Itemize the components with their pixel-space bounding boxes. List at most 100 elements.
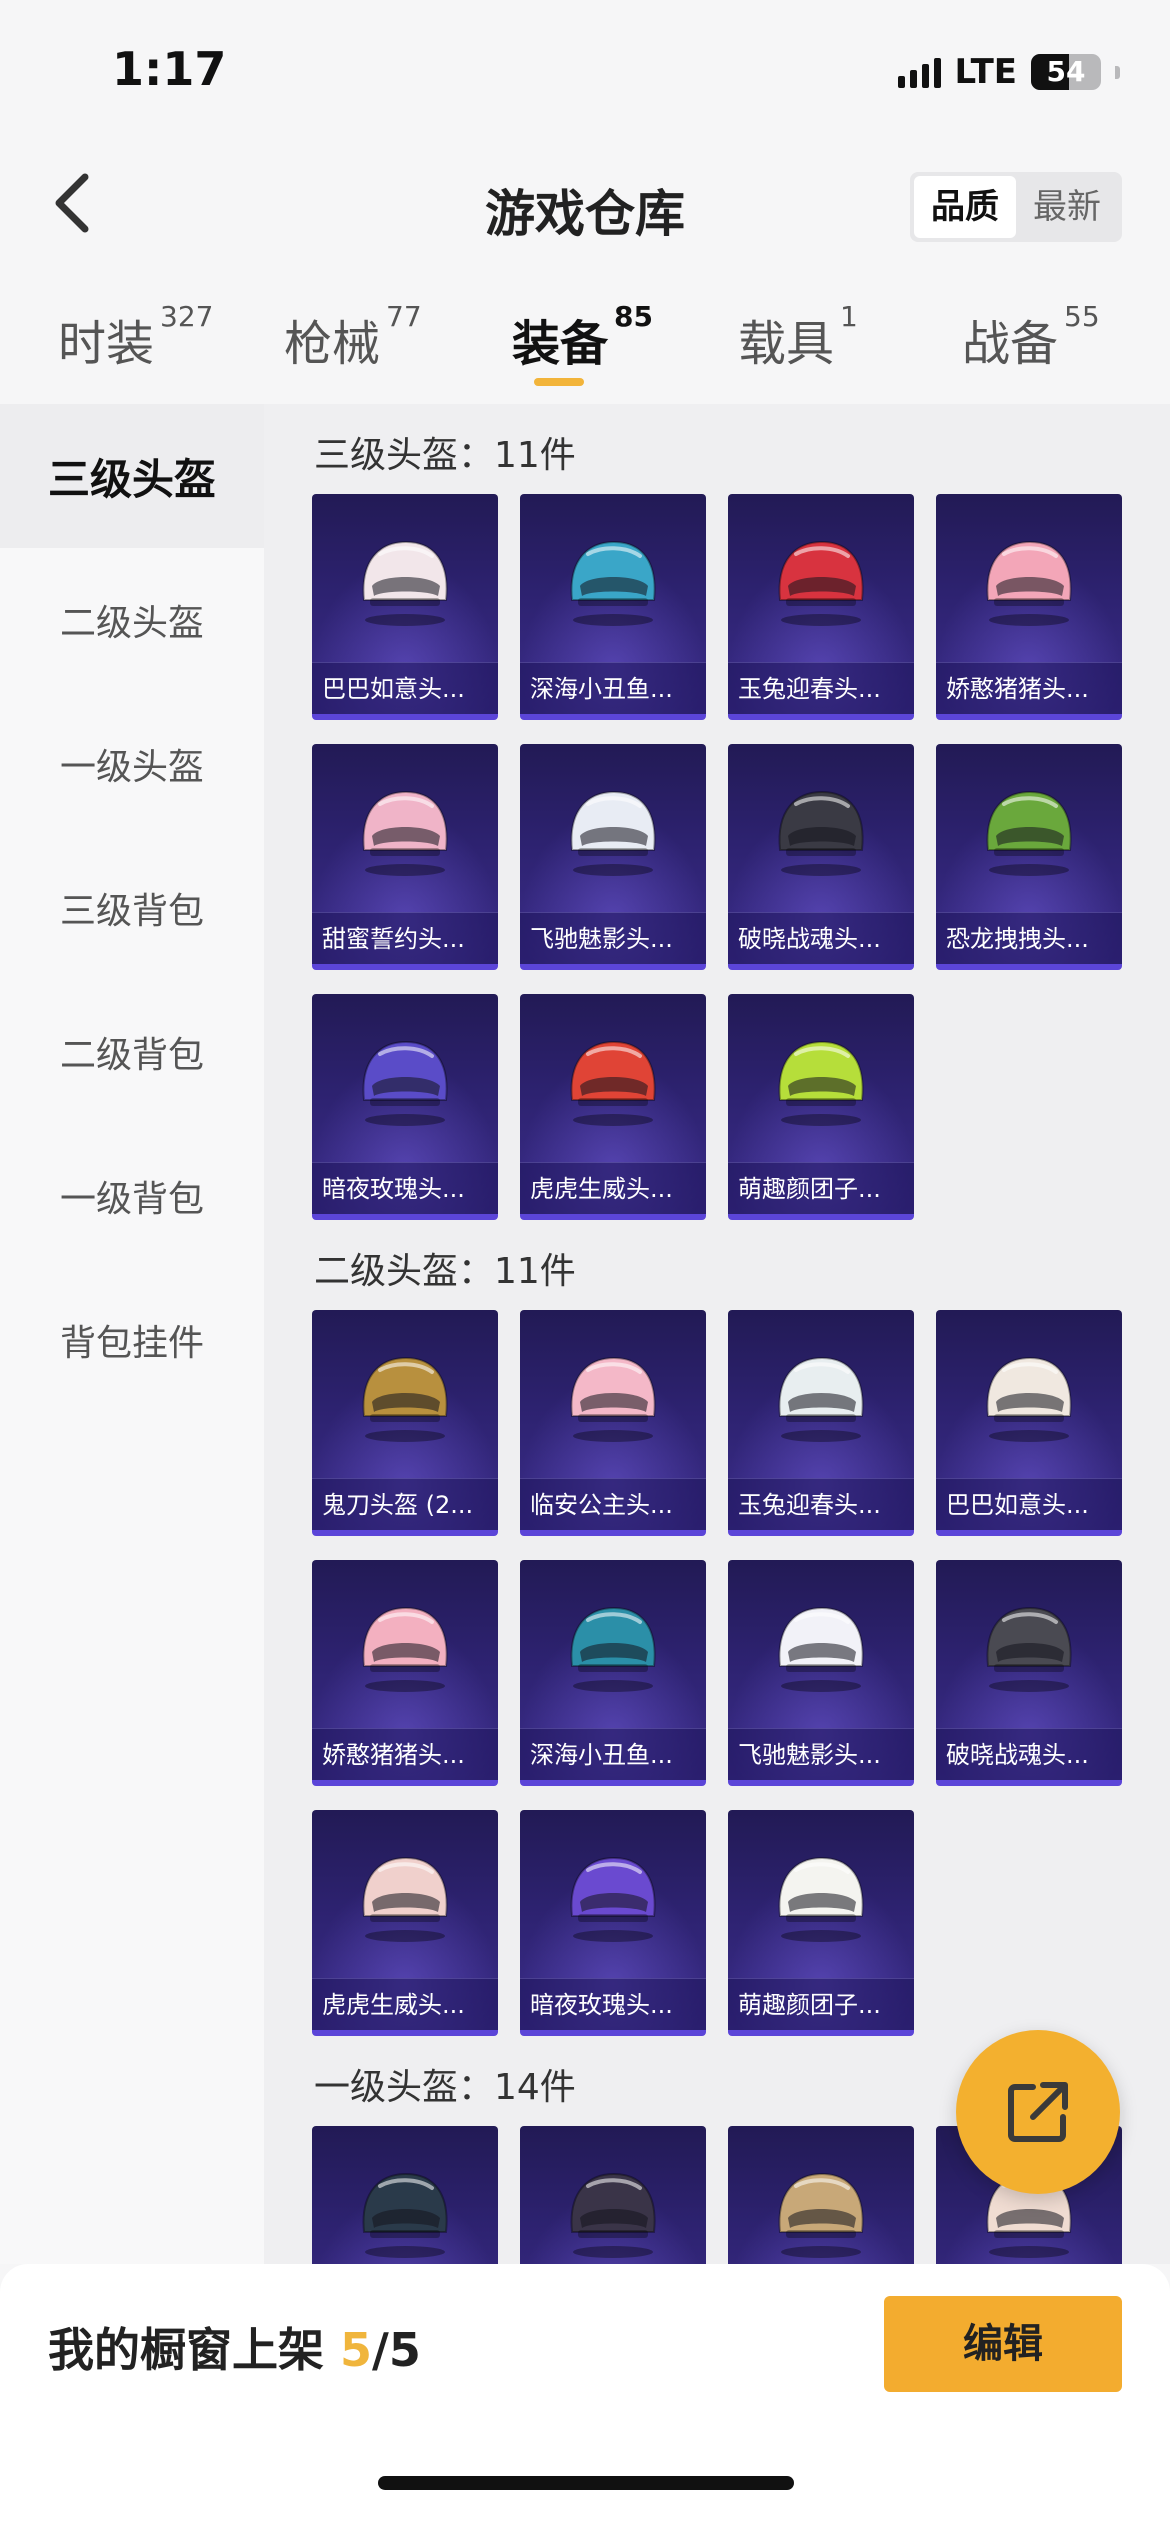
item-card[interactable]: 深海小丑鱼...	[520, 1560, 706, 1786]
network-label: LTE	[954, 52, 1017, 92]
item-card[interactable]	[728, 2126, 914, 2264]
item-card[interactable]: 娇憨猪猪头...	[936, 494, 1122, 720]
sort-newest-button[interactable]: 最新	[1016, 176, 1118, 238]
item-card[interactable]: 破晓战魂头...	[728, 744, 914, 970]
helmet-icon	[570, 1856, 656, 1942]
item-card[interactable]: 萌趣颜团子...	[728, 1810, 914, 2036]
share-icon	[1008, 2082, 1068, 2142]
tab-battle-gear[interactable]: 战备 55	[962, 300, 1100, 374]
helmet-icon	[986, 790, 1072, 876]
share-button[interactable]	[956, 2030, 1120, 2194]
battery-level: 54	[1046, 55, 1086, 88]
section-title: 二级头盔：11件	[314, 1251, 576, 1292]
tab-guns[interactable]: 枪械 77	[284, 300, 422, 374]
helmet-icon	[570, 2172, 656, 2258]
sidebar-item-level1-helmet[interactable]: 一级头盔	[0, 692, 264, 836]
item-card[interactable]: 暗夜玫瑰头...	[520, 1810, 706, 2036]
item-card[interactable]: 巴巴如意头...	[312, 494, 498, 720]
helmet-icon	[362, 1856, 448, 1942]
sidebar-item-backpack-charm[interactable]: 背包挂件	[0, 1268, 264, 1412]
item-card[interactable]: 娇憨猪猪头...	[312, 1560, 498, 1786]
item-card[interactable]: 临安公主头...	[520, 1310, 706, 1536]
helmet-icon	[778, 1040, 864, 1126]
active-tab-indicator	[534, 378, 584, 386]
helmet-icon	[778, 1856, 864, 1942]
item-name: 破晓战魂头...	[936, 1728, 1122, 1780]
item-card[interactable]	[312, 2126, 498, 2264]
sidebar-item-level2-helmet[interactable]: 二级头盔	[0, 548, 264, 692]
item-card[interactable]: 深海小丑鱼...	[520, 494, 706, 720]
sort-quality-button[interactable]: 品质	[914, 176, 1016, 238]
item-card[interactable]	[520, 2126, 706, 2264]
item-card[interactable]: 飞驰魅影头...	[728, 1560, 914, 1786]
header: 游戏仓库 品质 最新	[0, 140, 1170, 270]
item-name: 恐龙拽拽头...	[936, 912, 1122, 964]
sidebar-item-level3-backpack[interactable]: 三级背包	[0, 836, 264, 980]
item-card[interactable]: 恐龙拽拽头...	[936, 744, 1122, 970]
helmet-icon	[778, 1606, 864, 1692]
helmet-icon	[778, 1356, 864, 1442]
helmet-icon	[362, 790, 448, 876]
item-card[interactable]: 玉兔迎春头...	[728, 1310, 914, 1536]
item-name: 深海小丑鱼...	[520, 1728, 706, 1780]
helmet-icon	[570, 1606, 656, 1692]
status-bar: 1:17 LTE 54	[0, 0, 1170, 140]
item-card[interactable]: 虎虎生威头...	[312, 1810, 498, 2036]
helmet-icon	[362, 1040, 448, 1126]
item-name: 临安公主头...	[520, 1478, 706, 1530]
item-name: 萌趣颜团子...	[728, 1162, 914, 1214]
item-name: 萌趣颜团子...	[728, 1978, 914, 2030]
helmet-icon	[362, 1356, 448, 1442]
signal-icon	[897, 56, 941, 88]
item-card[interactable]: 飞驰魅影头...	[520, 744, 706, 970]
helmet-icon	[986, 1356, 1072, 1442]
showcase-status: 我的橱窗上架 5/5	[48, 2323, 421, 2377]
tab-vehicles[interactable]: 载具 1	[738, 300, 858, 374]
item-name: 暗夜玫瑰头...	[312, 1162, 498, 1214]
tab-count: 1	[840, 300, 858, 333]
helmet-icon	[362, 2172, 448, 2258]
item-card[interactable]: 巴巴如意头...	[936, 1310, 1122, 1536]
item-card[interactable]: 萌趣颜团子...	[728, 994, 914, 1220]
item-card[interactable]: 玉兔迎春头...	[728, 494, 914, 720]
item-name: 玉兔迎春头...	[728, 662, 914, 714]
sort-toggle: 品质 最新	[910, 172, 1122, 242]
tab-count: 55	[1064, 300, 1100, 333]
edit-button[interactable]: 编辑	[884, 2296, 1122, 2392]
status-icons: LTE 54	[897, 52, 1120, 92]
tab-fashion[interactable]: 时装 327	[58, 300, 213, 374]
helmet-icon	[570, 1040, 656, 1126]
sidebar-item-level1-backpack[interactable]: 一级背包	[0, 1124, 264, 1268]
item-card[interactable]: 虎虎生威头...	[520, 994, 706, 1220]
item-name: 娇憨猪猪头...	[312, 1728, 498, 1780]
helmet-icon	[778, 540, 864, 626]
tab-count: 327	[160, 300, 214, 333]
battery-icon: 54	[1031, 54, 1101, 90]
item-card[interactable]: 破晓战魂头...	[936, 1560, 1122, 1786]
showcase-count: 5	[340, 2323, 373, 2377]
showcase-total: /5	[372, 2323, 421, 2377]
home-indicator	[378, 2476, 794, 2490]
sidebar-item-level3-helmet[interactable]: 三级头盔	[0, 404, 264, 548]
item-name: 巴巴如意头...	[936, 1478, 1122, 1530]
tab-equipment[interactable]: 装备 85	[512, 300, 653, 374]
item-card[interactable]: 甜蜜誓约头...	[312, 744, 498, 970]
item-name: 鬼刀头盔 (2...	[312, 1478, 498, 1530]
item-name: 巴巴如意头...	[312, 662, 498, 714]
item-name: 虎虎生威头...	[312, 1978, 498, 2030]
helmet-icon	[570, 790, 656, 876]
helmet-icon	[570, 1356, 656, 1442]
item-grid: 三级头盔：11件 二级头盔：11件 一级头盔：14件 巴巴如意头... 深海小丑鱼…	[264, 404, 1170, 2264]
status-time: 1:17	[112, 42, 227, 96]
tab-count: 77	[386, 300, 422, 333]
category-tabs: 时装 327 枪械 77 装备 85 载具 1 战备 55	[0, 290, 1170, 400]
item-name: 飞驰魅影头...	[520, 912, 706, 964]
item-name: 娇憨猪猪头...	[936, 662, 1122, 714]
helmet-icon	[362, 1606, 448, 1692]
item-card[interactable]: 鬼刀头盔 (2...	[312, 1310, 498, 1536]
item-name: 甜蜜誓约头...	[312, 912, 498, 964]
item-name: 深海小丑鱼...	[520, 662, 706, 714]
item-card[interactable]: 暗夜玫瑰头...	[312, 994, 498, 1220]
section-title: 三级头盔：11件	[314, 435, 576, 476]
sidebar-item-level2-backpack[interactable]: 二级背包	[0, 980, 264, 1124]
